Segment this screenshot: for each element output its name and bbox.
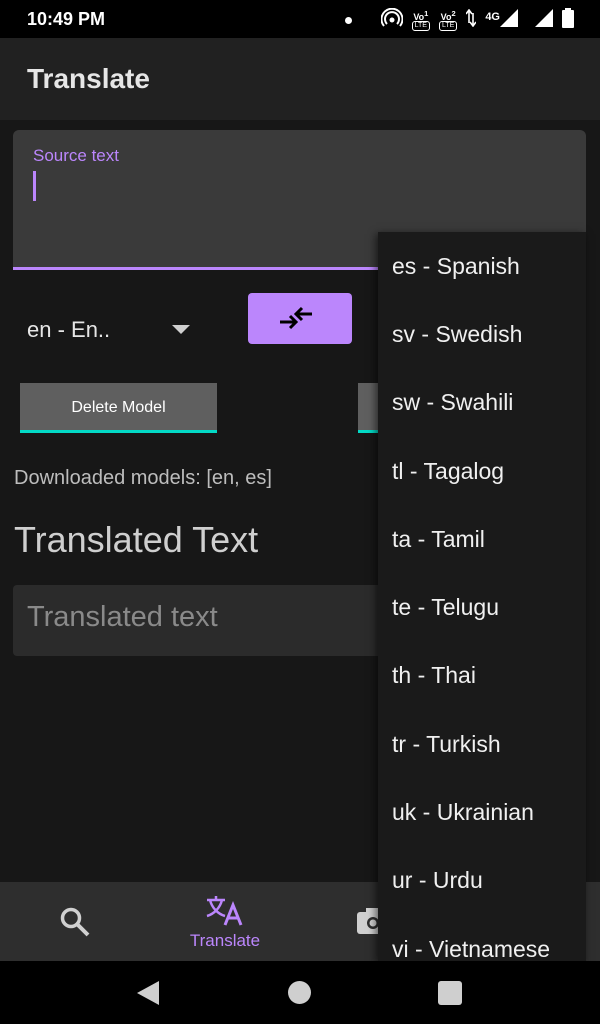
language-dropdown-list: es - Spanish sv - Swedish sw - Swahili t… <box>378 232 586 961</box>
dropdown-item-tr[interactable]: tr - Turkish <box>392 731 501 758</box>
selected-language: en - En.. <box>27 317 111 342</box>
status-time: 10:49 PM <box>27 9 106 29</box>
dropdown-item-ur[interactable]: ur - Urdu <box>392 867 483 894</box>
hotspot-icon <box>380 7 404 33</box>
nav-translate-label: Translate <box>189 931 261 950</box>
swap-arrows-icon <box>280 306 312 330</box>
nav-search-icon[interactable] <box>59 906 91 943</box>
back-icon[interactable] <box>137 981 159 1005</box>
text-cursor <box>33 171 36 201</box>
status-icons: Vo1 LTE Vo2 LTE 4G <box>344 7 574 33</box>
system-navigation-bar <box>0 961 600 1024</box>
dropdown-item-sv[interactable]: sv - Swedish <box>392 321 522 348</box>
translate-icon <box>206 896 243 926</box>
nav-translate-tab[interactable]: Translate <box>165 894 285 951</box>
app-bar: Translate <box>0 38 600 120</box>
source-text-label: Source text <box>33 146 119 165</box>
dropdown-item-tl[interactable]: tl - Tagalog <box>392 458 504 485</box>
source-language-spinner[interactable]: en - En.. <box>13 300 203 360</box>
status-bar: 10:49 PM Vo1 LTE Vo2 LTE 4G <box>0 0 600 38</box>
dropdown-item-es[interactable]: es - Spanish <box>392 253 520 280</box>
dropdown-arrow-icon <box>172 325 190 334</box>
screen: 10:49 PM Vo1 LTE Vo2 LTE 4G Translate So… <box>0 0 600 1024</box>
network-type: 4G <box>485 10 500 23</box>
downloaded-models-text: Downloaded models: [en, es] <box>14 467 272 489</box>
dropdown-item-th[interactable]: th - Thai <box>392 662 476 689</box>
dropdown-item-te[interactable]: te - Telugu <box>392 594 499 621</box>
volte-2-icon: Vo2 LTE <box>438 9 458 31</box>
translated-text-heading: Translated Text <box>14 519 259 560</box>
volte-1-icon: Vo1 LTE <box>411 9 430 31</box>
delete-model-button[interactable]: Delete Model <box>20 383 217 433</box>
translated-text-placeholder: Translated text <box>27 601 218 633</box>
data-arrows-icon <box>465 8 477 32</box>
signal-2-icon <box>535 9 553 32</box>
translated-text-field: Translated text <box>13 585 413 656</box>
swap-languages-button[interactable] <box>248 293 352 344</box>
dropdown-item-uk[interactable]: uk - Ukrainian <box>392 799 534 826</box>
battery-icon <box>562 8 574 33</box>
page-title: Translate <box>27 63 150 94</box>
dropdown-item-vi[interactable]: vi - Vietnamese <box>392 936 550 961</box>
home-icon[interactable] <box>288 981 311 1004</box>
dropdown-item-sw[interactable]: sw - Swahili <box>392 389 513 416</box>
signal-1-icon <box>500 9 518 32</box>
dropdown-item-ta[interactable]: ta - Tamil <box>392 526 485 553</box>
notification-dot-icon <box>344 17 352 24</box>
recents-icon[interactable] <box>438 981 462 1005</box>
